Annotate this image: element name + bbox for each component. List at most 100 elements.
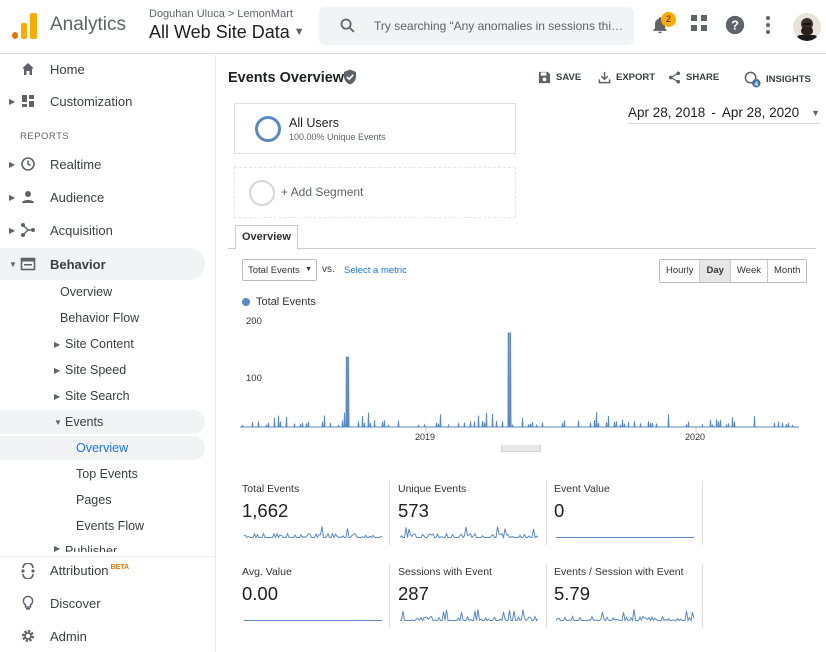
sidebar-item-audience[interactable]: ▶ Audience [0, 183, 205, 211]
metric-card-events-per-session[interactable]: Events / Session with Event 5.79 [554, 566, 701, 627]
granularity-hourly-button[interactable]: Hourly [660, 260, 701, 282]
clock-icon [21, 157, 35, 171]
insights-button[interactable]: 4 INSIGHTS [744, 71, 811, 88]
granularity-toggle: Hourly Day Week Month [659, 259, 808, 283]
metric-label: Avg. Value [242, 566, 292, 578]
sidebar-subitem-label: Events Flow [76, 519, 145, 533]
chart-resize-handle[interactable] [501, 445, 541, 452]
sidebar-subitem-events-flow[interactable]: Events Flow [0, 514, 205, 538]
sidebar-subitem-events-overview[interactable]: Overview [0, 436, 205, 460]
caret-down-icon: ▼ [811, 107, 821, 118]
sidebar-subitem-label: Events [65, 415, 104, 429]
analytics-logo[interactable] [12, 13, 38, 39]
help-button[interactable]: ? [724, 14, 748, 38]
metric-card-unique-events[interactable]: Unique Events 573 [398, 483, 545, 544]
sparkline [556, 609, 695, 622]
sidebar-subitem-events[interactable]: ▼ Events [0, 410, 205, 434]
metric-value: 1,662 [242, 500, 289, 521]
share-button[interactable]: SHARE [668, 71, 719, 84]
sidebar-subitem-site-speed[interactable]: ▶ Site Speed [0, 358, 205, 382]
metric-label: Event Value [554, 483, 610, 495]
metric-value: 0.00 [242, 583, 279, 604]
sidebar-subitem-top-events[interactable]: Top Events [0, 462, 205, 486]
sidebar-subitem-site-content[interactable]: ▶ Site Content [0, 332, 205, 356]
brand-name: Analytics [50, 14, 127, 35]
sidebar-subitem-behavior-flow[interactable]: Behavior Flow [0, 306, 205, 330]
metric-divider [389, 481, 390, 545]
acquisition-icon [21, 223, 35, 237]
save-button[interactable]: SAVE [538, 71, 581, 84]
metric-dropdown[interactable]: Total Events ▼ [242, 259, 317, 281]
search-input[interactable]: Try searching “Any anomalies in sessions… [319, 7, 634, 45]
sidebar-item-acquisition[interactable]: ▶ Acquisition [0, 216, 205, 244]
sidebar-item-label: Audience [50, 189, 105, 205]
granularity-day-button[interactable]: Day [700, 260, 731, 282]
person-icon [22, 191, 34, 203]
add-segment-button[interactable]: + Add Segment [234, 167, 516, 218]
sidebar-item-label: Realtime [50, 156, 102, 172]
sparkline-path [400, 526, 539, 539]
more-options-button[interactable] [758, 14, 782, 38]
metric-divider [546, 481, 547, 545]
expand-arrow-icon: ▶ [54, 391, 61, 401]
metric-value: 0 [554, 500, 565, 521]
save-icon [538, 71, 551, 84]
chart-legend: Total Events [242, 296, 316, 308]
metric-card-event-value[interactable]: Event Value 0 [554, 483, 701, 544]
sidebar-subitem-site-search[interactable]: ▶ Site Search [0, 384, 205, 408]
export-label: EXPORT [616, 72, 656, 83]
metric-card-total-events[interactable]: Total Events 1,662 [242, 483, 389, 544]
lightbulb-icon [22, 595, 34, 610]
sidebar-item-label: Attribution BETA [50, 563, 129, 578]
granularity-month-button[interactable]: Month [768, 260, 807, 282]
view-name: All Web Site Data [149, 22, 290, 42]
metric-label: Events / Session with Event [554, 566, 684, 578]
view-selector[interactable]: All Web Site Data ▼ [149, 22, 305, 43]
legend-label: Total Events [256, 296, 316, 308]
more-vert-icon [766, 16, 770, 34]
date-range-picker[interactable]: Apr 28, 2018 - Apr 28, 2020 ▼ [628, 105, 821, 124]
sidebar-subitem-behavior-overview[interactable]: Overview [0, 280, 205, 304]
sidebar-item-label: Home [50, 61, 85, 77]
apps-button[interactable] [690, 14, 714, 38]
sidebar-item-behavior[interactable]: ▼ Behavior [0, 248, 205, 280]
export-icon [598, 71, 611, 84]
sidebar-item-label: Behavior [50, 256, 106, 272]
events-chart[interactable]: 200 100 2019 2020 [240, 311, 800, 451]
metric-label: Total Events [242, 483, 300, 495]
sidebar-subitem-pages[interactable]: Pages [0, 488, 205, 512]
sidebar-item-label: Discover [50, 595, 101, 611]
select-metric-link[interactable]: Select a metric [344, 265, 407, 276]
segment-all-users[interactable]: All Users 100.00% Unique Events [234, 103, 516, 154]
segment-ring-icon [255, 116, 281, 142]
sparkline-path [400, 609, 539, 622]
vs-label: vs. [322, 264, 335, 275]
sidebar-item-home[interactable]: Home [0, 55, 205, 83]
sidebar-subitem-label: Site Speed [65, 363, 127, 377]
export-button[interactable]: EXPORT [598, 71, 655, 84]
insights-badge: 4 [754, 81, 758, 88]
metric-card-avg-value[interactable]: Avg. Value 0.00 [242, 566, 389, 627]
sidebar-subitem-label: Behavior Flow [60, 311, 140, 325]
metric-label: Unique Events [398, 483, 467, 495]
metric-value: 5.79 [554, 583, 591, 604]
metric-card-sessions-with-event[interactable]: Sessions with Event 287 [398, 566, 545, 627]
y-tick-label: 100 [246, 373, 262, 384]
sidebar-item-discover[interactable]: Discover [0, 589, 205, 617]
sidebar-item-realtime[interactable]: ▶ Realtime [0, 150, 205, 178]
search-placeholder: Try searching “Any anomalies in sessions… [374, 19, 623, 33]
report-tabs: Overview [228, 225, 816, 250]
sidebar-item-admin[interactable]: Admin [0, 622, 205, 650]
home-icon [22, 63, 34, 75]
dashboard-icon [22, 95, 34, 107]
x-tick-label: 2019 [415, 432, 435, 442]
granularity-week-button[interactable]: Week [730, 260, 769, 282]
notifications-button[interactable]: 2 [650, 12, 676, 38]
avatar[interactable] [793, 13, 821, 41]
account-breadcrumb[interactable]: Doguhan Uluca > LemonMart [149, 8, 293, 20]
sparkline [400, 609, 539, 622]
sidebar-item-customization[interactable]: ▶ Customization [0, 87, 205, 115]
sidebar-subitem-publisher[interactable]: ▶ Publisher [0, 540, 205, 552]
tab-overview[interactable]: Overview [235, 225, 298, 250]
sidebar-item-attribution[interactable]: Attribution BETA [0, 556, 215, 584]
